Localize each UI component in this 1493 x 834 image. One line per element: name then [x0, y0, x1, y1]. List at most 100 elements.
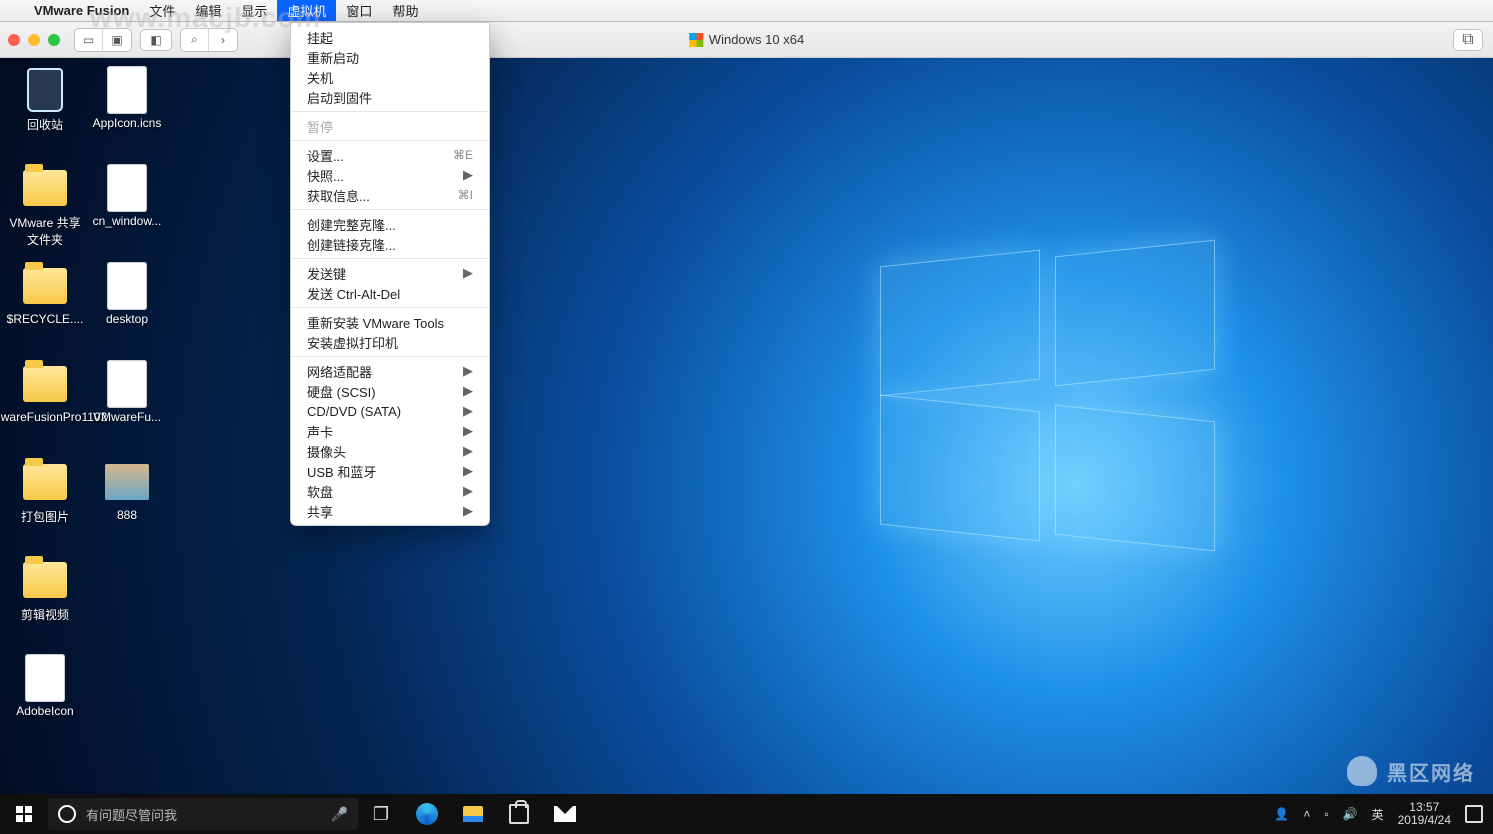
- menu-item[interactable]: 网络适配器▶: [291, 361, 489, 381]
- system-tray: 👤 ˄ ▫ 🔊 英 13:57 2019/4/24: [1264, 801, 1493, 827]
- desktop-icon[interactable]: AppIcon.icns: [88, 68, 166, 164]
- desktop-icon[interactable]: 剪辑视频: [6, 558, 84, 654]
- taskbar-explorer-button[interactable]: [450, 794, 496, 834]
- menu-item[interactable]: 共享▶: [291, 501, 489, 521]
- menu-item[interactable]: 摄像头▶: [291, 441, 489, 461]
- submenu-arrow-icon: ▶: [463, 403, 473, 419]
- menu-separator: [291, 111, 489, 112]
- menu-window[interactable]: 窗口: [336, 0, 382, 21]
- menu-virtual-machine[interactable]: 虚拟机: [277, 0, 336, 21]
- desktop-icon[interactable]: VMware 共享文件夹: [6, 166, 84, 262]
- window-title-text: Windows 10 x64: [709, 32, 804, 47]
- submenu-arrow-icon: ▶: [463, 383, 473, 399]
- close-window-button[interactable]: [8, 34, 20, 46]
- tray-clock[interactable]: 13:57 2019/4/24: [1398, 801, 1451, 827]
- menu-item[interactable]: 挂起: [291, 27, 489, 47]
- file-explorer-icon: [463, 806, 483, 822]
- menu-separator: [291, 356, 489, 357]
- windows-wallpaper-logo: [880, 258, 1220, 538]
- menu-separator: [291, 140, 489, 141]
- menu-view[interactable]: 显示: [231, 0, 277, 21]
- watermark-brand: 黑区网络: [1347, 756, 1475, 786]
- cortana-search-box[interactable]: 有问题尽管问我 🎤: [48, 798, 358, 830]
- edge-icon: [416, 803, 438, 825]
- view-mode-segmented[interactable]: ▭▣: [74, 28, 132, 52]
- desktop-icon[interactable]: AdobeIcon: [6, 656, 84, 752]
- desktop-icon[interactable]: 回收站: [6, 68, 84, 164]
- menu-separator: [291, 258, 489, 259]
- menu-item[interactable]: 声卡▶: [291, 421, 489, 441]
- desktop-icon-label: 剪辑视频: [21, 606, 69, 623]
- menu-item[interactable]: 快照...▶: [291, 165, 489, 185]
- desktop-icon-label: cn_window...: [93, 214, 162, 228]
- taskbar-store-button[interactable]: [496, 794, 542, 834]
- desktop-icon-label: 打包图片: [21, 508, 69, 525]
- desktop-icon[interactable]: VMwareFusionPro1102: [6, 362, 84, 458]
- submenu-arrow-icon: ▶: [463, 463, 473, 479]
- menu-item[interactable]: USB 和蓝牙▶: [291, 461, 489, 481]
- start-button[interactable]: [0, 794, 48, 834]
- windows-logo-icon: [689, 33, 703, 47]
- desktop-icon[interactable]: desktop: [88, 264, 166, 360]
- submenu-arrow-icon: ▶: [463, 423, 473, 439]
- menu-item[interactable]: 重新启动: [291, 47, 489, 67]
- menu-item[interactable]: 安装虚拟打印机: [291, 332, 489, 352]
- menu-item[interactable]: 硬盘 (SCSI)▶: [291, 381, 489, 401]
- tray-volume-icon[interactable]: 🔊: [1343, 807, 1358, 821]
- menu-item[interactable]: 启动到固件: [291, 87, 489, 107]
- menu-item: 暂停: [291, 116, 489, 136]
- mushroom-icon: [1347, 756, 1377, 786]
- taskbar-mail-button[interactable]: [542, 794, 588, 834]
- menu-separator: [291, 209, 489, 210]
- task-view-button[interactable]: ❐: [358, 794, 404, 834]
- menu-item[interactable]: 获取信息...⌘I: [291, 185, 489, 205]
- action-center-icon[interactable]: [1465, 805, 1483, 823]
- nav-back-forward[interactable]: ⌕›: [180, 28, 238, 52]
- microphone-icon[interactable]: 🎤: [331, 806, 348, 823]
- menu-item[interactable]: 发送键▶: [291, 263, 489, 283]
- desktop-icon[interactable]: 打包图片: [6, 460, 84, 556]
- menu-item[interactable]: 软盘▶: [291, 481, 489, 501]
- menu-item[interactable]: CD/DVD (SATA)▶: [291, 401, 489, 421]
- tray-chevron-up-icon[interactable]: ˄: [1303, 807, 1310, 821]
- guest-windows-desktop[interactable]: 回收站 AppIcon.icnsVMware 共享文件夹 cn_window... $…: [0, 58, 1493, 834]
- mail-icon: [554, 806, 576, 822]
- search-placeholder-text: 有问题尽管问我: [86, 805, 177, 824]
- menu-item[interactable]: 重新安装 VMware Tools: [291, 312, 489, 332]
- desktop-icon-label: 888: [117, 508, 137, 522]
- menu-item[interactable]: 设置...⌘E: [291, 145, 489, 165]
- fullscreen-toolbar-button[interactable]: ⧉: [1453, 29, 1483, 51]
- tray-vmware-tools-icon[interactable]: ▫: [1324, 807, 1328, 821]
- virtual-machine-menu-dropdown: 挂起重新启动关机启动到固件暂停设置...⌘E快照...▶获取信息...⌘I 创建完…: [290, 22, 490, 526]
- menu-edit[interactable]: 编辑: [185, 0, 231, 21]
- menu-item[interactable]: 发送 Ctrl-Alt-Del: [291, 283, 489, 303]
- app-toolbar: ▭▣ ◧ ⌕› Windows 正在运行 Windows 10 x64 ⧉: [0, 22, 1493, 58]
- window-traffic-lights: [8, 34, 60, 46]
- desktop-icon-label: AdobeIcon: [16, 704, 73, 718]
- taskbar-edge-button[interactable]: [404, 794, 450, 834]
- menu-separator: [291, 307, 489, 308]
- submenu-arrow-icon: ▶: [463, 503, 473, 519]
- minimize-window-button[interactable]: [28, 34, 40, 46]
- submenu-arrow-icon: ▶: [463, 443, 473, 459]
- desktop-icon[interactable]: cn_window...: [88, 166, 166, 262]
- desktop-icon[interactable]: 888: [88, 460, 166, 556]
- tray-ime-indicator[interactable]: 英: [1372, 806, 1384, 823]
- tray-people-icon[interactable]: 👤: [1274, 807, 1289, 821]
- menu-help[interactable]: 帮助: [382, 0, 428, 21]
- menu-item[interactable]: 关机: [291, 67, 489, 87]
- menu-item[interactable]: 创建完整克隆...: [291, 214, 489, 234]
- zoom-window-button[interactable]: [48, 34, 60, 46]
- submenu-arrow-icon: ▶: [463, 363, 473, 379]
- desktop-icon[interactable]: $RECYCLE....: [6, 264, 84, 360]
- desktop-icon-label: 回收站: [27, 116, 63, 133]
- desktop-icon[interactable]: VMwareFu...: [88, 362, 166, 458]
- menu-item[interactable]: 创建链接克隆...: [291, 234, 489, 254]
- submenu-arrow-icon: ▶: [463, 167, 473, 183]
- desktop-icon-label: $RECYCLE....: [7, 312, 84, 326]
- desktop-icon-label: desktop: [106, 312, 148, 326]
- menu-app-name[interactable]: VMware Fusion: [24, 0, 139, 21]
- submenu-arrow-icon: ▶: [463, 483, 473, 499]
- snapshot-toolbar-button[interactable]: ◧: [140, 29, 172, 51]
- menu-file[interactable]: 文件: [139, 0, 185, 21]
